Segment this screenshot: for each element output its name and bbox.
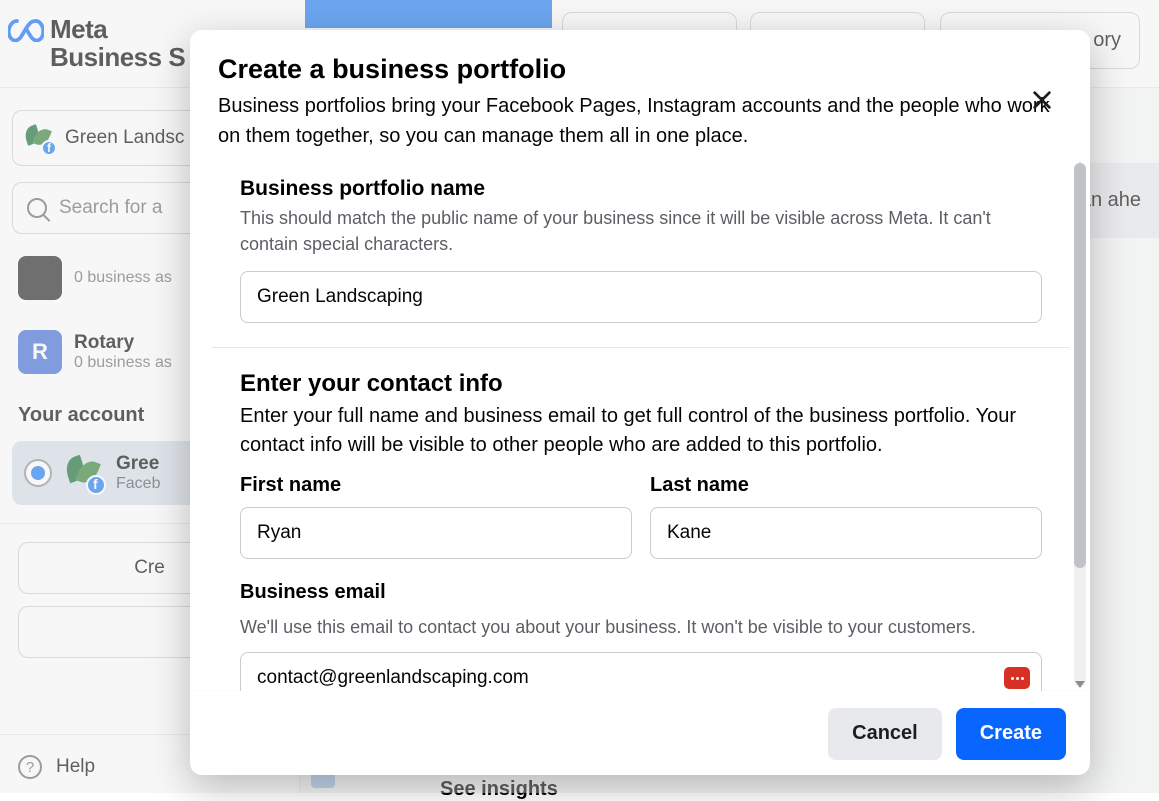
contact-help: Enter your full name and business email …	[240, 402, 1042, 460]
scroll-down-arrow-icon[interactable]	[1075, 681, 1085, 691]
first-name-label: First name	[240, 474, 632, 497]
create-portfolio-modal: Create a business portfolio Business por…	[190, 30, 1090, 775]
modal-body: Business portfolio name This should matc…	[190, 159, 1090, 691]
password-manager-icon[interactable]	[1004, 667, 1030, 689]
divider	[212, 347, 1070, 348]
contact-heading: Enter your contact info	[240, 370, 1042, 398]
close-button[interactable]	[1024, 82, 1060, 118]
portfolio-name-help: This should match the public name of you…	[240, 205, 1042, 257]
email-help: We'll use this email to contact you abou…	[240, 614, 1042, 640]
last-name-input[interactable]	[650, 507, 1042, 559]
first-name-input[interactable]	[240, 507, 632, 559]
modal-scroll-area: Business portfolio name This should matc…	[190, 159, 1070, 691]
cancel-button[interactable]: Cancel	[828, 708, 942, 760]
portfolio-name-label: Business portfolio name	[240, 177, 1042, 201]
scrollbar[interactable]	[1072, 159, 1088, 691]
modal-header: Create a business portfolio Business por…	[190, 30, 1090, 159]
portfolio-name-input[interactable]	[240, 271, 1042, 323]
modal-title: Create a business portfolio	[218, 54, 1062, 85]
scrollbar-thumb[interactable]	[1074, 163, 1086, 568]
close-icon	[1031, 89, 1053, 111]
create-button[interactable]: Create	[956, 708, 1066, 760]
modal-subtitle: Business portfolios bring your Facebook …	[218, 91, 1062, 151]
modal-footer: Cancel Create	[190, 691, 1090, 775]
email-input[interactable]	[240, 652, 1042, 691]
email-label: Business email	[240, 581, 1042, 604]
last-name-label: Last name	[650, 474, 1042, 497]
